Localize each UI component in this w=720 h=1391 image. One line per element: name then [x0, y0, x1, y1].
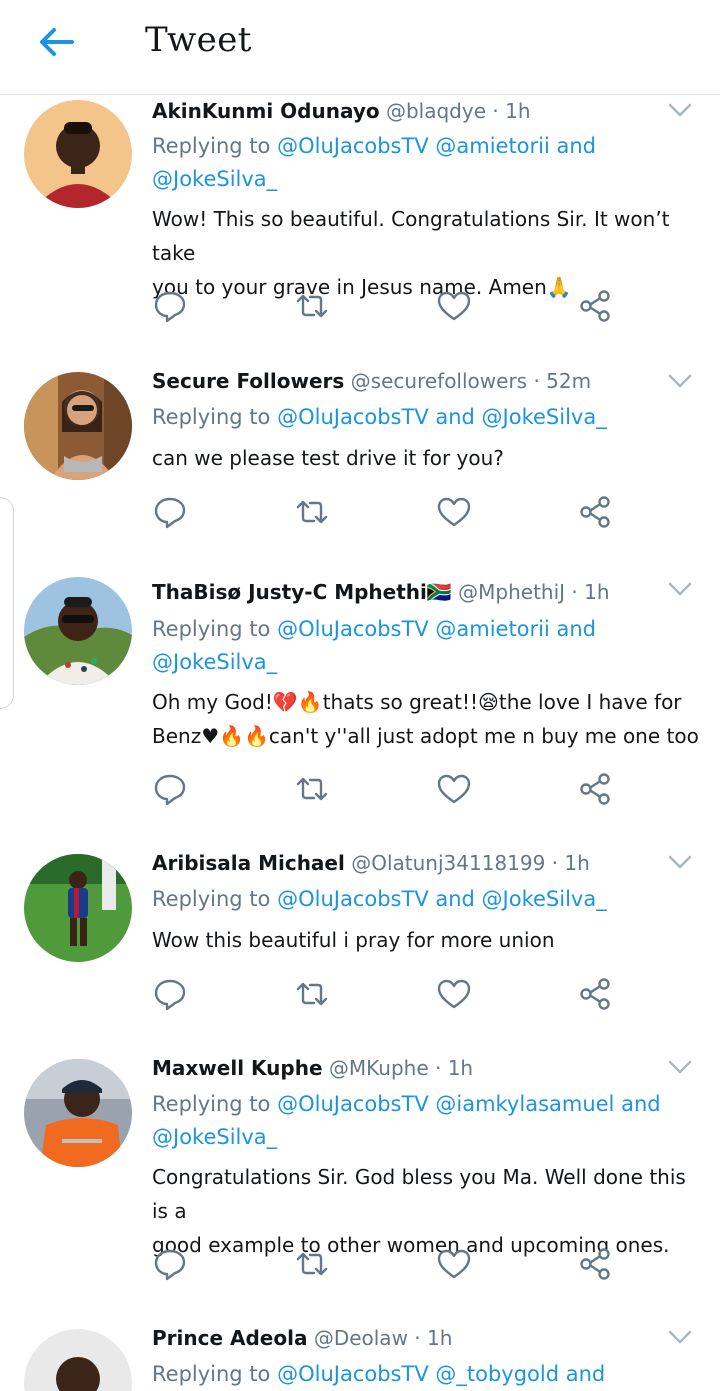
tweet-author-handle[interactable]: @MphethiJ: [458, 580, 565, 604]
tweet-card[interactable]: Prince Adeola @Deolaw · 1h Replying to @…: [0, 1304, 720, 1391]
tweet-time: · 52m: [533, 369, 592, 393]
tweet-card[interactable]: AkinKunmi Odunayo @blaqdye · 1h Replying…: [0, 94, 720, 348]
tweet-time: · 1h: [492, 99, 531, 123]
tweet-actions: [152, 288, 622, 324]
reply-icon[interactable]: [152, 1246, 188, 1282]
tweet-card[interactable]: ThaBisø Justy-C Mphethi🇿🇦 @MphethiJ · 1h…: [0, 552, 720, 830]
tweet-time: · 1h: [434, 1056, 474, 1080]
replying-to-label: Replying to: [152, 887, 271, 911]
reply-icon[interactable]: [152, 976, 188, 1012]
like-icon[interactable]: [436, 976, 472, 1012]
reply-icon[interactable]: [152, 771, 188, 807]
like-icon[interactable]: [436, 1246, 472, 1282]
tweet-author-name[interactable]: AkinKunmi Odunayo: [152, 99, 380, 123]
retweet-icon[interactable]: [294, 494, 330, 530]
tweet-author-name[interactable]: Aribisala Michael: [152, 851, 345, 875]
tweet-card[interactable]: Aribisala Michael @Olatunj34118199 · 1h …: [0, 829, 720, 1035]
replying-to-mentions-cont[interactable]: @JokeSilva_: [152, 650, 277, 674]
side-panel-handle[interactable]: [0, 497, 14, 709]
replying-to: Replying to @OluJacobsTV @_tobygold and: [152, 1358, 702, 1391]
replying-to-mentions[interactable]: @OluJacobsTV and @JokeSilva_: [277, 887, 607, 911]
avatar[interactable]: [24, 577, 132, 685]
chevron-down-icon[interactable]: [668, 1329, 692, 1345]
replying-to-mentions[interactable]: @OluJacobsTV @amietorii and: [277, 134, 596, 158]
retweet-icon[interactable]: [294, 1246, 330, 1282]
retweet-icon[interactable]: [294, 976, 330, 1012]
share-icon[interactable]: [577, 976, 613, 1012]
tweet-time: · 1h: [571, 580, 610, 604]
chevron-down-icon[interactable]: [668, 102, 692, 118]
tweet-author-handle[interactable]: @MKuphe: [329, 1056, 429, 1080]
replying-to: Replying to @OluJacobsTV @amietorii and …: [152, 613, 702, 679]
tweet-card[interactable]: Secure Followers @securefollowers · 52m …: [0, 347, 720, 553]
avatar[interactable]: [24, 854, 132, 962]
back-button[interactable]: [36, 22, 76, 62]
replying-to-label: Replying to: [152, 1362, 271, 1386]
tweet-author-handle[interactable]: @Deolaw: [314, 1326, 408, 1350]
replying-to: Replying to @OluJacobsTV @iamkylasamuel …: [152, 1088, 702, 1154]
tweet-author-name[interactable]: ThaBisø Justy-C Mphethi🇿🇦: [152, 580, 452, 604]
share-icon[interactable]: [577, 494, 613, 530]
replying-to-mentions[interactable]: @OluJacobsTV @amietorii and: [277, 617, 596, 641]
like-icon[interactable]: [436, 288, 472, 324]
share-icon[interactable]: [577, 771, 613, 807]
replying-to-label: Replying to: [152, 1092, 271, 1116]
tweet-text-line: Oh my God!💔🔥thats so great!!😪the love I …: [152, 690, 682, 714]
like-icon[interactable]: [436, 771, 472, 807]
tweet-text-line: can we please test drive it for you?: [152, 446, 504, 470]
avatar[interactable]: [24, 1329, 132, 1391]
tweet-actions: [152, 976, 622, 1012]
tweet-text-line: Wow this beautiful i pray for more union: [152, 928, 555, 952]
replying-to-mentions-cont[interactable]: @JokeSilva_: [152, 167, 277, 191]
tweet-author-handle[interactable]: @Olatunj34118199: [351, 851, 545, 875]
share-icon[interactable]: [577, 288, 613, 324]
tweet-text-line: Benz♥🔥🔥can't y''all just adopt me n buy …: [152, 724, 699, 748]
replying-to: Replying to @OluJacobsTV @amietorii and …: [152, 130, 702, 196]
replying-to-label: Replying to: [152, 405, 271, 429]
tweet-author-name[interactable]: Prince Adeola: [152, 1326, 307, 1350]
chevron-down-icon[interactable]: [668, 373, 692, 389]
replying-to-mentions[interactable]: @OluJacobsTV @_tobygold and: [277, 1362, 605, 1386]
tweet-time: · 1h: [551, 851, 590, 875]
chevron-down-icon[interactable]: [668, 581, 692, 597]
back-arrow-icon: [40, 28, 74, 56]
tweet-text: Oh my God!💔🔥thats so great!!😪the love I …: [152, 685, 707, 753]
tweet-author-name[interactable]: Secure Followers: [152, 369, 344, 393]
tweet-author-handle[interactable]: @securefollowers: [351, 369, 527, 393]
tweet-text-line: Wow! This so beautiful. Congratulations …: [152, 207, 670, 265]
reply-icon[interactable]: [152, 494, 188, 530]
avatar[interactable]: [24, 372, 132, 480]
tweet-author-handle[interactable]: @blaqdye: [386, 99, 486, 123]
tweet-time: · 1h: [414, 1326, 453, 1350]
retweet-icon[interactable]: [294, 288, 330, 324]
tweet-actions: [152, 771, 622, 807]
tweet-text: can we please test drive it for you?: [152, 441, 707, 475]
like-icon[interactable]: [436, 494, 472, 530]
chevron-down-icon[interactable]: [668, 854, 692, 870]
avatar[interactable]: [24, 100, 132, 208]
page-title: Tweet: [145, 20, 252, 60]
replying-to: Replying to @OluJacobsTV and @JokeSilva_: [152, 401, 702, 434]
tweet-text: Wow this beautiful i pray for more union: [152, 923, 707, 957]
reply-icon[interactable]: [152, 288, 188, 324]
chevron-down-icon[interactable]: [668, 1059, 692, 1075]
tweet-actions: [152, 494, 622, 530]
replying-to-label: Replying to: [152, 134, 271, 158]
tweet-author-name[interactable]: Maxwell Kuphe: [152, 1056, 323, 1080]
replying-to-mentions[interactable]: @OluJacobsTV @iamkylasamuel and: [277, 1092, 661, 1116]
replying-to: Replying to @OluJacobsTV and @JokeSilva_: [152, 883, 702, 916]
avatar[interactable]: [24, 1059, 132, 1167]
tweet-card[interactable]: Maxwell Kuphe @MKuphe · 1h Replying to @…: [0, 1034, 720, 1305]
tweet-actions: [152, 1246, 622, 1282]
top-bar: Tweet: [0, 0, 720, 95]
replying-to-mentions[interactable]: @OluJacobsTV and @JokeSilva_: [277, 405, 607, 429]
replying-to-mentions-cont[interactable]: @JokeSilva_: [152, 1125, 277, 1149]
retweet-icon[interactable]: [294, 771, 330, 807]
tweet-text-line: Congratulations Sir. God bless you Ma. W…: [152, 1165, 686, 1223]
replying-to-label: Replying to: [152, 617, 271, 641]
share-icon[interactable]: [577, 1246, 613, 1282]
